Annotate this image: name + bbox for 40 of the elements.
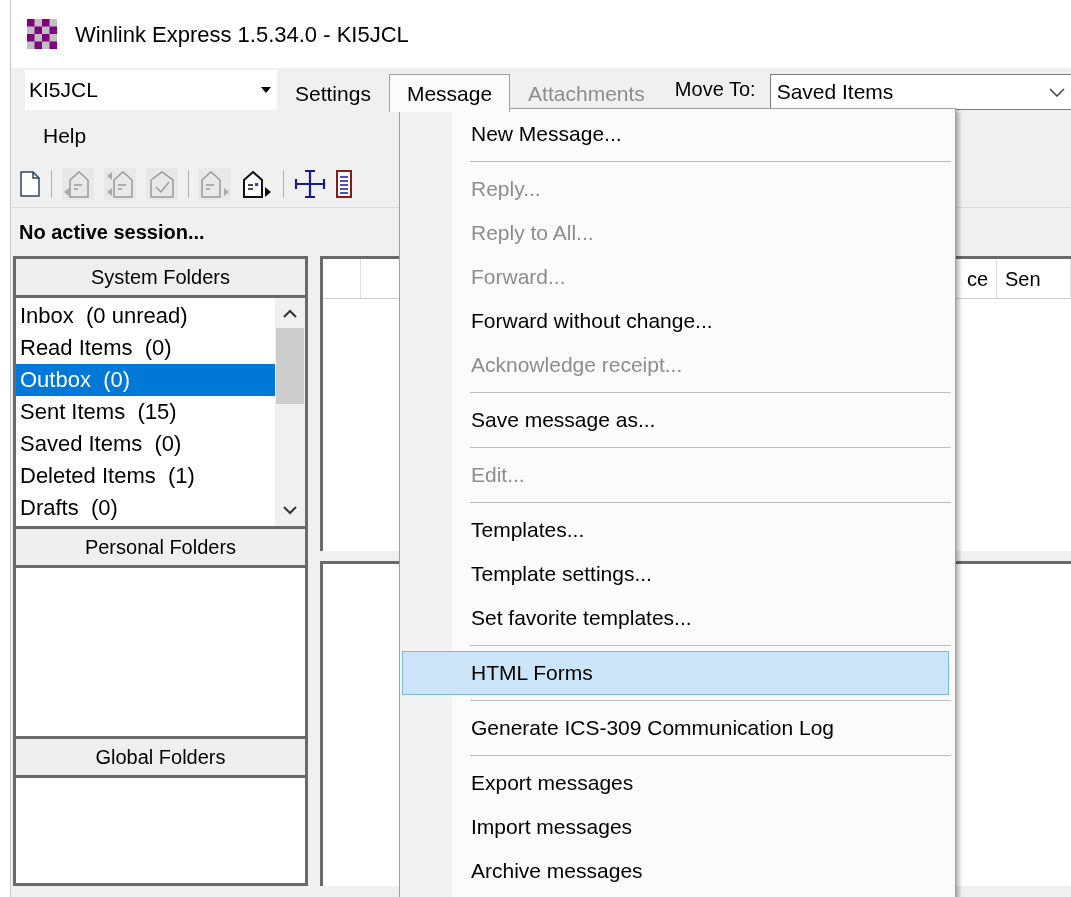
menu-item[interactable]: Archive messages [402,849,949,893]
system-folders-header[interactable]: System Folders [13,256,308,298]
new-document-icon[interactable] [19,169,41,198]
move-to-dropdown[interactable]: Saved Items [769,74,1071,110]
window-title: Winlink Express 1.5.34.0 - KI5JCL [75,20,409,49]
move-cross-icon[interactable] [294,168,326,199]
menu-item[interactable]: Message [388,74,511,112]
session-status: No active session... [19,220,205,245]
menu-item[interactable]: Settings [277,74,389,112]
menu-item[interactable]: Save message as... [402,398,949,442]
menu-item[interactable]: Export messages [402,761,949,805]
folder-item[interactable]: Sent Items (15) [16,396,275,428]
chevron-down-icon [1049,87,1065,97]
menu-item[interactable]: Templates... [402,508,949,552]
folder-item[interactable]: Inbox (0 unread) [16,300,275,332]
folder-item[interactable]: Drafts (0) [16,492,275,524]
app-logo-icon [27,19,57,49]
folder-item[interactable]: Saved Items (0) [16,428,275,460]
column-header[interactable]: ce [966,263,988,294]
list-icon[interactable] [336,169,352,198]
scroll-thumb[interactable] [276,328,304,404]
folder-item[interactable]: Deleted Items (1) [16,460,275,492]
folder-item[interactable]: Outbox (0) [16,364,275,396]
scrollbar[interactable] [275,298,305,526]
menu-item[interactable]: Import messages [402,805,949,849]
menu-item[interactable]: Generate ICS-309 Communication Log [402,706,949,750]
move-to-label: Move To: [674,77,756,102]
column-header[interactable]: Sen [1005,263,1041,294]
help-menu[interactable]: Help [41,120,89,152]
folder-item[interactable]: Read Items (0) [16,332,275,364]
global-folders-header[interactable]: Global Folders [13,736,308,778]
personal-folders-header[interactable]: Personal Folders [13,526,308,568]
check-envelope-icon[interactable] [146,167,178,200]
menu-item[interactable]: Template settings... [402,552,949,596]
callsign-combo[interactable]: KI5JCL [25,70,277,110]
menu-item[interactable]: Forward without change... [402,299,949,343]
menu-item[interactable]: Set favorite templates... [402,596,949,640]
menu-item[interactable]: New Message... [402,112,949,156]
menu-item[interactable]: HTML Forms [402,651,949,695]
dropdown-caret-icon [261,87,271,93]
